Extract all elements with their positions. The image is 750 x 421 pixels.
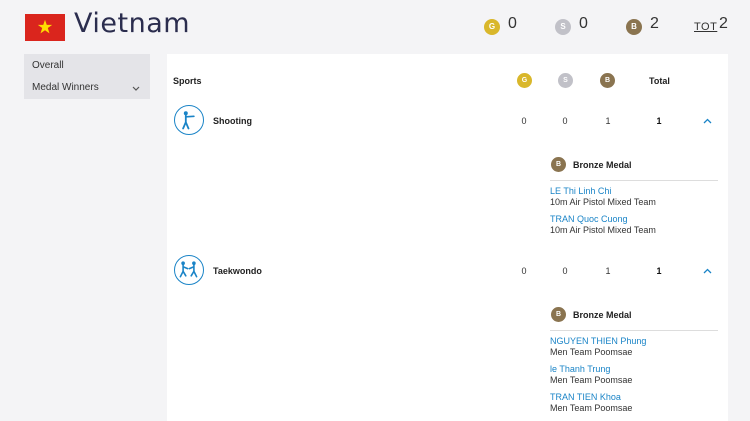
shooting-silver: 0: [562, 116, 568, 126]
bronze-medal-icon: B: [626, 19, 642, 35]
divider: [550, 330, 718, 331]
shooting-bronze: 1: [605, 116, 611, 126]
medal-table: Sports G S B Total Shooting 0 0 1 1 B Br…: [167, 54, 728, 421]
bronze-column-icon: B: [600, 73, 615, 88]
medal-group-label: Bronze Medal: [573, 160, 632, 170]
taekwondo-gold: 0: [521, 266, 527, 276]
gold-count: 0: [508, 15, 517, 32]
page-title: Vietnam: [74, 8, 191, 39]
chevron-up-icon[interactable]: [703, 268, 712, 274]
silver-medal-icon: S: [555, 19, 571, 35]
taekwondo-bronze: 1: [605, 266, 611, 276]
country-header: Vietnam G 0 S 0 B 2 TOT 2: [0, 0, 750, 52]
sidebar: Overall Medal Winners: [24, 54, 150, 99]
event-name: 10m Air Pistol Mixed Team: [550, 197, 656, 207]
total-column-header: Total: [649, 76, 670, 86]
taekwondo-sport-icon: [174, 255, 204, 285]
vietnam-flag-icon: [25, 14, 65, 41]
athlete-link[interactable]: NGUYEN THIEN Phung: [550, 336, 646, 346]
gold-medal-icon: G: [484, 19, 500, 35]
event-name: 10m Air Pistol Mixed Team: [550, 225, 656, 235]
athlete-link[interactable]: le Thanh Trung: [550, 364, 610, 374]
chevron-down-icon[interactable]: [132, 86, 140, 92]
taekwondo-silver: 0: [562, 266, 568, 276]
event-name: Men Team Poomsae: [550, 403, 633, 413]
event-name: Men Team Poomsae: [550, 347, 633, 357]
shooting-sport-icon: [174, 105, 204, 135]
medal-group-label: Bronze Medal: [573, 310, 632, 320]
athlete-link[interactable]: TRAN TIEN Khoa: [550, 392, 621, 402]
sport-name-taekwondo[interactable]: Taekwondo: [213, 266, 262, 276]
divider: [550, 180, 718, 181]
bronze-medal-icon: B: [551, 307, 566, 322]
bronze-count: 2: [650, 15, 659, 32]
silver-column-icon: S: [558, 73, 573, 88]
total-label[interactable]: TOT: [694, 21, 717, 33]
athlete-link[interactable]: LE Thi Linh Chi: [550, 186, 611, 196]
sports-column-header: Sports: [173, 76, 202, 86]
sidebar-item-medal-winners[interactable]: Medal Winners: [32, 82, 99, 93]
shooting-gold: 0: [521, 116, 527, 126]
chevron-up-icon[interactable]: [703, 118, 712, 124]
athlete-link[interactable]: TRAN Quoc Cuong: [550, 214, 628, 224]
shooting-total: 1: [656, 116, 662, 126]
silver-count: 0: [579, 15, 588, 32]
bronze-medal-icon: B: [551, 157, 566, 172]
gold-column-icon: G: [517, 73, 532, 88]
event-name: Men Team Poomsae: [550, 375, 633, 385]
sidebar-item-overall[interactable]: Overall: [32, 60, 64, 71]
total-count: 2: [719, 15, 728, 32]
sport-name-shooting[interactable]: Shooting: [213, 116, 252, 126]
taekwondo-total: 1: [656, 266, 662, 276]
